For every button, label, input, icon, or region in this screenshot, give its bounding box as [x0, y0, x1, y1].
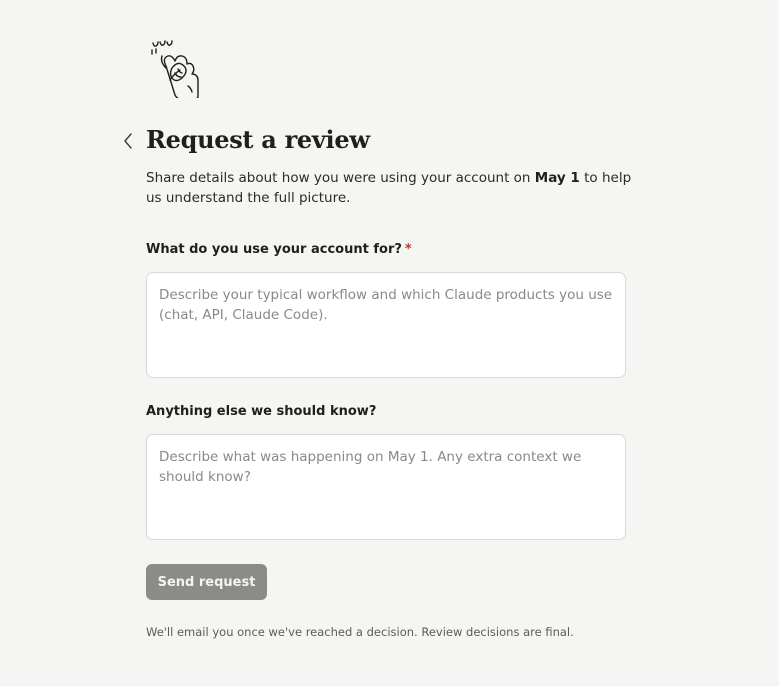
required-marker: * — [404, 242, 412, 257]
waving-hand-illustration-icon — [148, 40, 208, 100]
intro-text: Share details about how you were using y… — [146, 168, 636, 208]
decision-footnote: We'll email you once we've reached a dec… — [146, 625, 574, 639]
extra-context-textarea[interactable] — [146, 434, 626, 540]
chevron-left-icon — [124, 133, 132, 149]
send-request-button[interactable]: Send request — [146, 564, 267, 600]
extra-field-label: Anything else we should know? — [146, 404, 377, 419]
usage-label-text: What do you use your account for? — [146, 242, 402, 257]
usage-textarea[interactable] — [146, 272, 626, 378]
usage-field-label: What do you use your account for? * — [146, 241, 412, 259]
intro-date: May 1 — [534, 170, 580, 186]
back-button[interactable] — [119, 131, 137, 151]
page-title: Request a review — [146, 125, 370, 154]
intro-text-before: Share details about how you were using y… — [146, 170, 535, 186]
request-review-page: Request a review Share details about how… — [0, 0, 779, 686]
